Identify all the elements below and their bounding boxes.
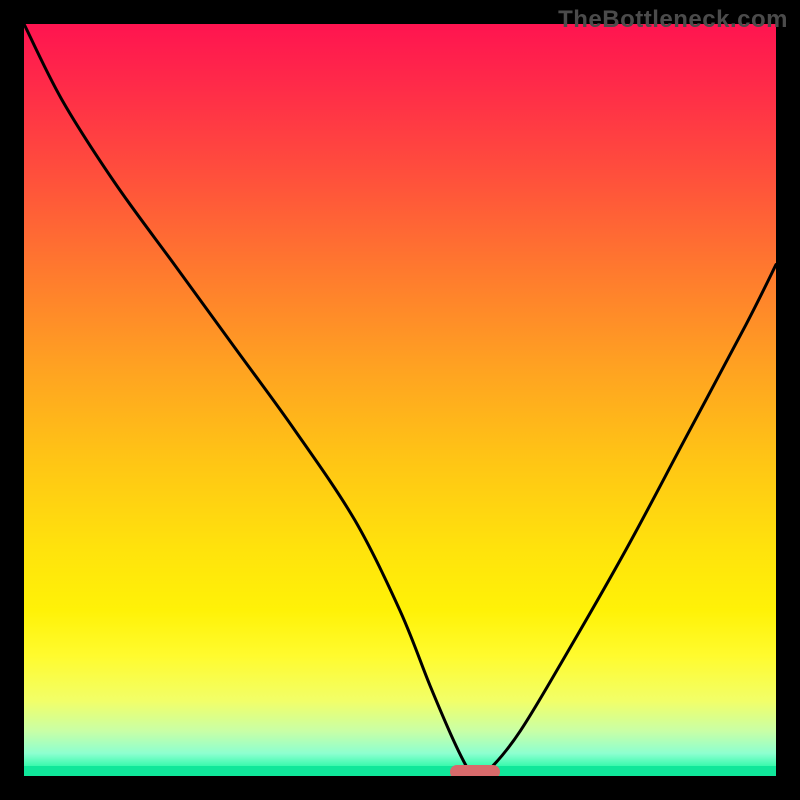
watermark-text: TheBottleneck.com [558,6,788,34]
bottleneck-curve [24,24,776,776]
chart-frame: TheBottleneck.com [0,0,800,800]
optimal-marker [450,765,500,776]
plot-area [24,24,776,776]
